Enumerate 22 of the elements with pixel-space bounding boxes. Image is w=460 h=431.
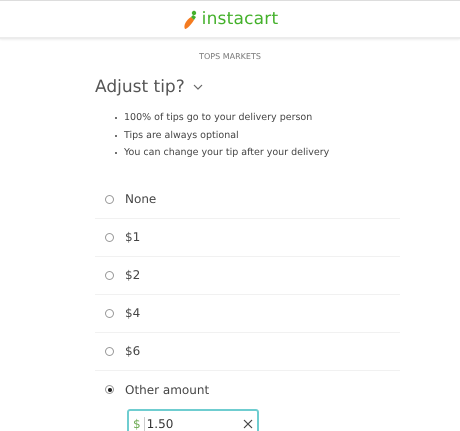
tip-note: You can change your tip after your delivery (124, 146, 330, 160)
tip-note: 100% of tips go to your delivery person (124, 111, 312, 125)
radio-button[interactable] (105, 308, 114, 318)
tip-option-label[interactable]: $4 (125, 306, 140, 320)
radio-button[interactable] (105, 270, 114, 280)
carrot-icon (182, 8, 199, 30)
tip-option-label[interactable]: $2 (125, 268, 140, 282)
tip-option-label[interactable]: $6 (125, 344, 140, 358)
section-title: Adjust tip? (95, 77, 185, 97)
store-name: TOPS MARKETS (198, 52, 262, 61)
tip-option-label[interactable]: $1 (125, 230, 140, 244)
radio-button[interactable] (105, 194, 114, 204)
radio-button[interactable] (105, 385, 114, 394)
currency-prefix: $ (133, 416, 141, 430)
chevron-down-icon[interactable] (192, 84, 203, 90)
tip-option-label[interactable]: Other amount (125, 382, 210, 396)
radio-button[interactable] (105, 346, 114, 356)
clear-icon[interactable] (243, 418, 253, 428)
amount-field[interactable]: $ 1.50 (127, 408, 259, 431)
tip-option-label[interactable]: None (125, 192, 156, 206)
tip-note: Tips are always optional (124, 128, 239, 142)
radio-button[interactable] (105, 232, 114, 242)
